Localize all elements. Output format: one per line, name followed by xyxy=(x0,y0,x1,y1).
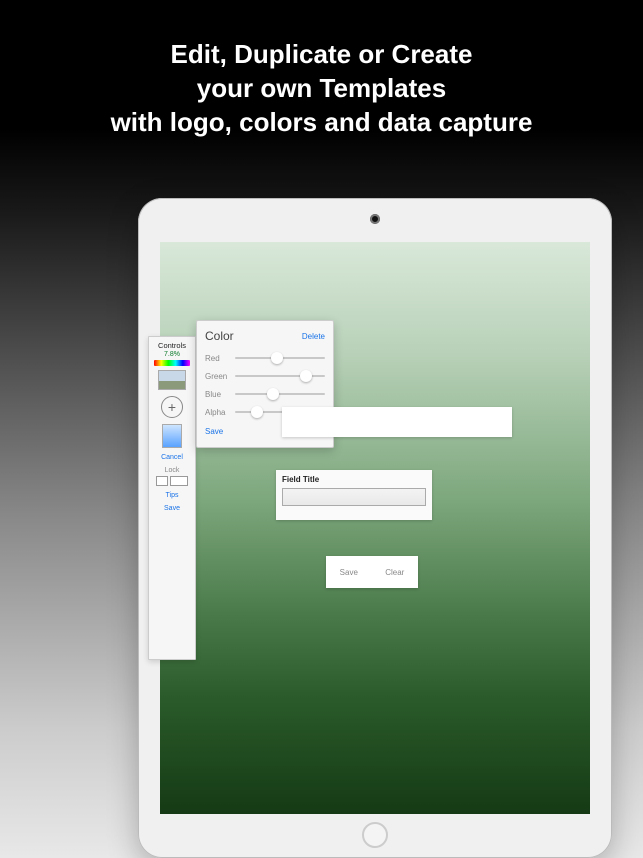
field-title-label: Field Title xyxy=(282,475,426,484)
plus-icon: + xyxy=(168,400,176,414)
slider-knob[interactable] xyxy=(267,388,279,400)
field-panel[interactable]: Field Title xyxy=(276,470,432,520)
canvas-clear-button[interactable]: Clear xyxy=(381,568,408,577)
red-label: Red xyxy=(205,354,231,363)
headline-line: Edit, Duplicate or Create xyxy=(0,38,643,72)
field-input[interactable] xyxy=(282,488,426,506)
popover-title: Color xyxy=(205,329,234,343)
canvas-save-button[interactable]: Save xyxy=(336,568,362,577)
headline-line: your own Templates xyxy=(0,72,643,106)
slider-knob[interactable] xyxy=(251,406,263,418)
slider-knob[interactable] xyxy=(300,370,312,382)
lock-aspect-thumbs[interactable] xyxy=(151,476,193,486)
headline-line: with logo, colors and data capture xyxy=(0,106,643,140)
app-screen: Controls 7.8% + Cancel Lock Tips Save Co… xyxy=(160,242,590,814)
controls-percent: 7.8% xyxy=(151,351,193,358)
hue-spectrum-icon[interactable] xyxy=(154,360,190,366)
alpha-label: Alpha xyxy=(205,408,231,417)
add-button[interactable]: + xyxy=(161,396,183,418)
sidebar-save-button[interactable]: Save xyxy=(151,505,193,512)
slider-row-green: Green xyxy=(205,367,325,385)
delete-button[interactable]: Delete xyxy=(302,332,325,341)
lock-thumb-wide xyxy=(170,476,188,486)
slider-row-red: Red xyxy=(205,349,325,367)
image-thumbnail[interactable] xyxy=(158,370,186,390)
green-label: Green xyxy=(205,372,231,381)
red-slider[interactable] xyxy=(235,357,325,359)
controls-title: Controls xyxy=(151,341,193,350)
lock-label: Lock xyxy=(151,467,193,474)
lock-thumb-square xyxy=(156,476,168,486)
tips-button[interactable]: Tips xyxy=(151,492,193,499)
template-text-block[interactable] xyxy=(282,407,512,437)
ipad-mockup-frame: Controls 7.8% + Cancel Lock Tips Save Co… xyxy=(138,198,612,858)
marketing-headline: Edit, Duplicate or Create your own Templ… xyxy=(0,0,643,139)
action-button-panel: Save Clear xyxy=(326,556,418,588)
blue-slider[interactable] xyxy=(235,393,325,395)
cancel-button[interactable]: Cancel xyxy=(151,454,193,461)
color-swatch[interactable] xyxy=(162,424,182,448)
slider-row-blue: Blue xyxy=(205,385,325,403)
controls-panel: Controls 7.8% + Cancel Lock Tips Save xyxy=(148,336,196,660)
slider-knob[interactable] xyxy=(271,352,283,364)
blue-label: Blue xyxy=(205,390,231,399)
green-slider[interactable] xyxy=(235,375,325,377)
home-button-icon xyxy=(362,822,388,848)
camera-icon xyxy=(370,214,380,224)
